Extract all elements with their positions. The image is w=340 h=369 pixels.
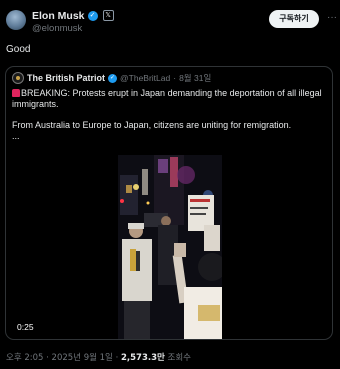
quoted-author-handle[interactable]: @TheBritLad: [120, 73, 170, 83]
quoted-line-2: From Australia to Europe to Japan, citiz…: [12, 120, 292, 130]
author-handle[interactable]: @elonmusk: [32, 23, 114, 34]
video-timestamp: 0:25: [17, 322, 34, 332]
author-avatar[interactable]: [6, 10, 26, 30]
quoted-tweet-header: The British Patriot ✓ @TheBritLad · 8월 3…: [12, 72, 211, 84]
view-count: 2,573.3만: [120, 353, 165, 363]
view-count-label: 조회수: [167, 353, 191, 363]
siren-emoji-icon: [12, 89, 20, 97]
quoted-line-3: ...: [12, 131, 20, 141]
quoted-author-name[interactable]: The British Patriot: [27, 73, 105, 83]
quoted-date[interactable]: 8월 31일: [179, 72, 211, 84]
video-frame: [118, 155, 222, 339]
tweet-text: Good: [6, 44, 31, 55]
more-options-icon[interactable]: ···: [327, 12, 337, 23]
video-player[interactable]: [118, 155, 222, 339]
quoted-tweet[interactable]: The British Patriot ✓ @TheBritLad · 8월 3…: [5, 66, 333, 340]
tweet-meta: 오후 2:05 · 2025년 9월 1일 · 2,573.3만 조회수: [6, 351, 191, 363]
post-time[interactable]: 오후 2:05: [6, 353, 43, 363]
meta-separator: ·: [115, 353, 119, 363]
quoted-verified-badge-icon: ✓: [108, 73, 118, 83]
subscribe-button[interactable]: 구독하기: [269, 10, 319, 28]
verified-badge-icon: ✓: [87, 10, 98, 21]
x-affiliate-icon: 𝕏: [102, 10, 114, 21]
author-name-row: Elon Musk ✓ 𝕏: [32, 9, 114, 22]
header-separator: ·: [173, 73, 177, 83]
author-info: Elon Musk ✓ 𝕏 @elonmusk: [32, 9, 114, 34]
quoted-line-1: BREAKING: Protests erupt in Japan demand…: [12, 88, 322, 109]
post-date[interactable]: 2025년 9월 1일: [52, 353, 113, 363]
quoted-author-avatar[interactable]: [12, 72, 24, 84]
quoted-tweet-text: BREAKING: Protests erupt in Japan demand…: [12, 88, 328, 142]
meta-separator: ·: [46, 353, 49, 363]
author-name[interactable]: Elon Musk: [32, 10, 85, 22]
